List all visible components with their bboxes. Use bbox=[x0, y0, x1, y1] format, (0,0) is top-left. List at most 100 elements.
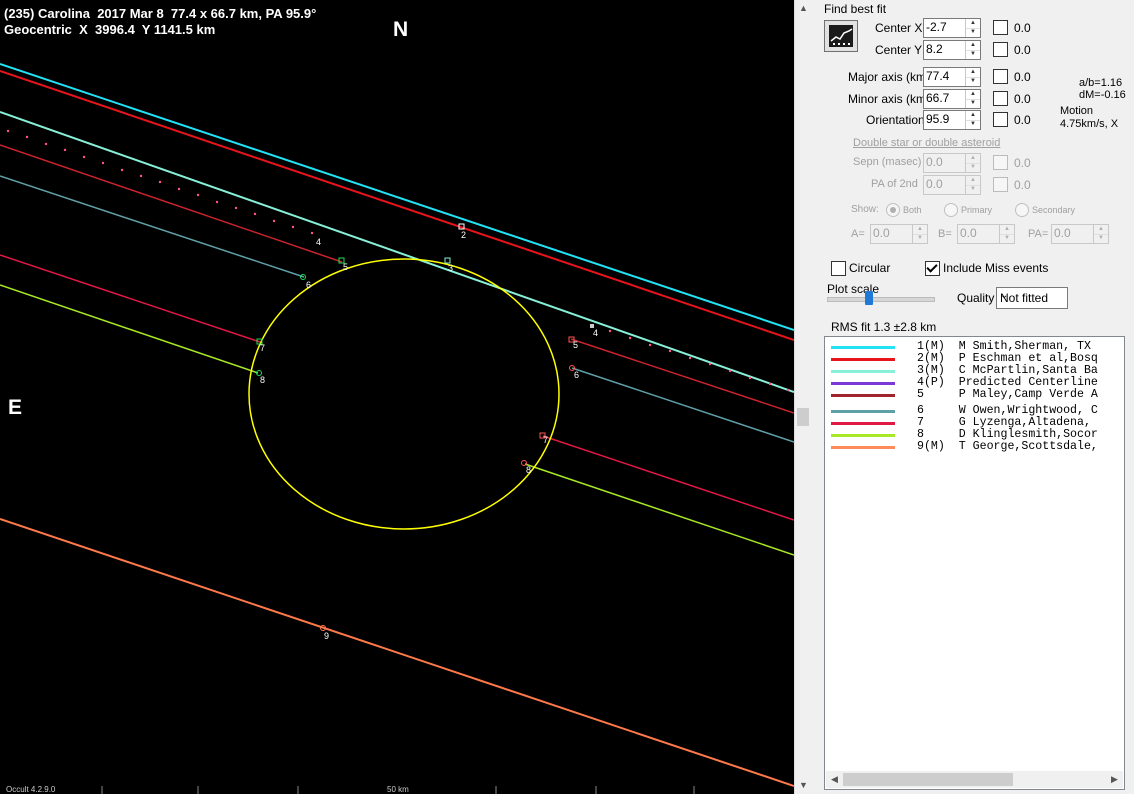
a-spinner[interactable]: ▲▼ bbox=[870, 224, 928, 244]
minor-axis-input[interactable] bbox=[924, 90, 966, 106]
center-x-input[interactable] bbox=[924, 19, 966, 35]
chord-label: 8 bbox=[526, 465, 531, 475]
major-axis-input[interactable] bbox=[924, 68, 966, 84]
show-primary-radio[interactable] bbox=[944, 203, 958, 217]
show-both-label: Both bbox=[903, 205, 922, 215]
chord-8-east bbox=[524, 463, 794, 556]
minor-axis-delta: 0.0 bbox=[1014, 92, 1031, 106]
list-item[interactable]: 5 P Maley,Camp Verde A bbox=[825, 388, 1124, 401]
center-y-lock-checkbox[interactable] bbox=[993, 42, 1008, 57]
orientation-lock-checkbox[interactable] bbox=[993, 112, 1008, 127]
minor-axis-label: Minor axis (km) bbox=[848, 92, 931, 106]
legend-swatch bbox=[831, 358, 895, 361]
minor-axis-spinner[interactable]: ▲▼ bbox=[923, 89, 981, 109]
pa-spinner[interactable]: ▲▼ bbox=[1051, 224, 1109, 244]
show-both-radio[interactable] bbox=[886, 203, 900, 217]
circular-checkbox[interactable] bbox=[831, 261, 846, 276]
chord-label: 6 bbox=[574, 370, 579, 380]
chord-5-west bbox=[0, 144, 343, 263]
sepn-delta: 0.0 bbox=[1014, 156, 1031, 170]
spin-down-icon[interactable]: ▼ bbox=[966, 163, 980, 172]
spin-down-icon[interactable]: ▼ bbox=[966, 28, 980, 37]
show-secondary-radio[interactable] bbox=[1015, 203, 1029, 217]
pa2-lock-checkbox[interactable] bbox=[993, 177, 1008, 192]
find-best-fit-button[interactable] bbox=[824, 20, 858, 52]
version-label: Occult 4.2.9.0 bbox=[6, 785, 56, 794]
double-star-link[interactable]: Double star or double asteroid bbox=[853, 137, 1000, 149]
plot-header-title: (235) Carolina 2017 Mar 8 77.4 x 66.7 km… bbox=[4, 6, 317, 21]
scroll-left-icon[interactable]: ◀ bbox=[826, 771, 843, 788]
major-axis-label: Major axis (km) bbox=[848, 70, 931, 84]
a-input[interactable] bbox=[871, 225, 913, 241]
plot-header-geocentric: Geocentric X 3996.4 Y 1141.5 km bbox=[4, 22, 216, 37]
chord-label: 2 bbox=[461, 230, 466, 240]
scroll-right-icon[interactable]: ▶ bbox=[1106, 771, 1123, 788]
plot-scale-slider[interactable] bbox=[827, 297, 935, 302]
sepn-lock-checkbox[interactable] bbox=[993, 155, 1008, 170]
major-axis-lock-checkbox[interactable] bbox=[993, 69, 1008, 84]
plot-vertical-scrollbar[interactable]: ▲ ▼ bbox=[794, 0, 812, 794]
center-y-input[interactable] bbox=[924, 41, 966, 57]
spin-down-icon[interactable]: ▼ bbox=[966, 77, 980, 86]
spin-down-icon[interactable]: ▼ bbox=[966, 50, 980, 59]
chord-5-east bbox=[570, 338, 794, 414]
show-secondary-label: Secondary bbox=[1032, 205, 1076, 215]
orientation-input[interactable] bbox=[924, 111, 966, 127]
chord-label: 7 bbox=[260, 343, 265, 353]
spin-down-icon[interactable]: ▼ bbox=[913, 234, 927, 243]
asteroid-profile-ellipse bbox=[248, 258, 560, 530]
chord-1 bbox=[0, 63, 794, 331]
scroll-thumb[interactable] bbox=[843, 773, 1013, 786]
plot-scale-slider-thumb[interactable] bbox=[865, 291, 873, 305]
legend-horizontal-scrollbar[interactable]: ◀ ▶ bbox=[826, 771, 1123, 788]
spin-down-icon[interactable]: ▼ bbox=[966, 185, 980, 194]
spin-down-icon[interactable]: ▼ bbox=[1094, 234, 1108, 243]
pa2-spinner[interactable]: ▲▼ bbox=[923, 175, 981, 195]
spin-down-icon[interactable]: ▼ bbox=[1000, 234, 1014, 243]
include-miss-checkbox[interactable] bbox=[925, 261, 940, 276]
north-label: N bbox=[393, 18, 409, 41]
center-y-delta: 0.0 bbox=[1014, 43, 1031, 57]
center-x-lock-checkbox[interactable] bbox=[993, 20, 1008, 35]
include-miss-label: Include Miss events bbox=[943, 261, 1049, 275]
chord-3 bbox=[0, 111, 794, 393]
a-label: A= bbox=[851, 228, 865, 240]
center-x-spinner[interactable]: ▲▼ bbox=[923, 18, 981, 38]
b-label: B= bbox=[938, 228, 952, 240]
center-x-label: Center X bbox=[875, 21, 923, 35]
show-label: Show: bbox=[851, 204, 879, 215]
quality-select[interactable]: Not fitted ⌄ bbox=[996, 287, 1068, 309]
minor-axis-lock-checkbox[interactable] bbox=[993, 91, 1008, 106]
list-item[interactable]: 9(M) T George,Scottsdale, bbox=[825, 440, 1124, 453]
motion-value: 4.75km/s, X bbox=[1060, 118, 1119, 130]
pa2-delta: 0.0 bbox=[1014, 178, 1031, 192]
b-input[interactable] bbox=[958, 225, 1000, 241]
center-y-spinner[interactable]: ▲▼ bbox=[923, 40, 981, 60]
center-y-label: Center Y bbox=[875, 43, 923, 57]
observer-legend-list[interactable]: 1(M) M Smith,Sherman, TX 2(M) P Eschman … bbox=[824, 336, 1125, 790]
pa2-input[interactable] bbox=[924, 176, 966, 192]
predicted-dots-west bbox=[6, 129, 314, 235]
spin-down-icon[interactable]: ▼ bbox=[966, 120, 980, 129]
scroll-down-icon[interactable]: ▼ bbox=[795, 777, 812, 794]
occultation-plot[interactable]: 2 3 4 5 6 7 8 9 4 5 6 7 8 (235) Carolina… bbox=[0, 0, 794, 794]
spin-down-icon[interactable]: ▼ bbox=[966, 99, 980, 108]
b-spinner[interactable]: ▲▼ bbox=[957, 224, 1015, 244]
chord-label: 5 bbox=[573, 340, 578, 350]
legend-text: 5 P Maley,Camp Verde A bbox=[917, 388, 1098, 401]
major-axis-spinner[interactable]: ▲▼ bbox=[923, 67, 981, 87]
scroll-thumb[interactable] bbox=[797, 408, 809, 426]
chord-6-west bbox=[0, 175, 305, 278]
plot-canvas: 2 3 4 5 6 7 8 9 4 5 6 7 8 bbox=[0, 63, 794, 794]
scroll-up-icon[interactable]: ▲ bbox=[795, 0, 812, 17]
chevron-down-icon: ⌄ bbox=[1000, 290, 1009, 301]
sepn-spinner[interactable]: ▲▼ bbox=[923, 153, 981, 173]
pa-label: PA= bbox=[1028, 228, 1049, 240]
sepn-input[interactable] bbox=[924, 154, 966, 170]
pa-input[interactable] bbox=[1052, 225, 1094, 241]
chart-fit-icon bbox=[829, 25, 853, 47]
chord-label: 3 bbox=[448, 263, 453, 273]
legend-swatch bbox=[831, 434, 895, 437]
legend-swatch bbox=[831, 346, 895, 349]
orientation-spinner[interactable]: ▲▼ bbox=[923, 110, 981, 130]
